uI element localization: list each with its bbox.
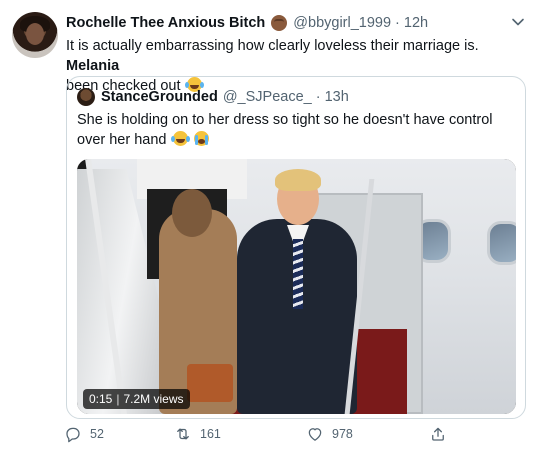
quoted-tweet[interactable]: StanceGrounded @_SJPeace_ · 13h She is h… xyxy=(66,76,526,419)
tweet-header: Rochelle Thee Anxious Bitch @bbygirl_199… xyxy=(66,12,428,34)
handbag xyxy=(187,364,233,402)
quoted-tweet-header: StanceGrounded @_SJPeace_ · 13h xyxy=(101,87,349,107)
video-views: 7.2M views xyxy=(123,392,184,406)
necktie xyxy=(293,239,303,309)
like-count: 978 xyxy=(332,427,353,441)
tweet-text-part1: It is actually embarrassing how clearly … xyxy=(66,38,479,54)
quoted-tweet-text: She is holding on to her dress so tight … xyxy=(77,110,515,150)
loudly-crying-emoji-icon xyxy=(193,131,209,146)
video-info-badge: 0:15 | 7.2M views xyxy=(83,389,190,409)
reply-icon xyxy=(66,427,80,443)
figure xyxy=(172,189,212,237)
header-separator: · xyxy=(395,15,400,31)
author-avatar[interactable] xyxy=(12,12,58,58)
heart-icon xyxy=(308,428,322,441)
fist-emoji-icon xyxy=(271,15,288,31)
more-options-button[interactable] xyxy=(508,12,528,32)
quoted-header-separator: · xyxy=(315,89,321,105)
like-button[interactable]: 978 xyxy=(306,425,353,443)
retweet-count: 161 xyxy=(200,427,221,441)
author-name[interactable]: Rochelle Thee Anxious Bitch xyxy=(66,15,265,31)
figure xyxy=(275,169,321,191)
avatar-face xyxy=(26,23,44,45)
quoted-author-avatar xyxy=(77,88,95,106)
quoted-author-name: StanceGrounded xyxy=(101,89,218,105)
chevron-down-icon xyxy=(512,18,524,26)
share-icon xyxy=(432,427,444,441)
retweet-button[interactable]: 161 xyxy=(174,425,221,443)
quoted-text: She is holding on to her dress so tight … xyxy=(77,112,493,148)
tweet-card[interactable]: Rochelle Thee Anxious Bitch @bbygirl_199… xyxy=(0,0,544,450)
video-player[interactable]: 0:15 | 7.2M views xyxy=(77,159,516,414)
quoted-author-handle: @_SJPeace_ xyxy=(222,89,312,105)
reply-button[interactable]: 52 xyxy=(64,425,104,443)
reply-count: 52 xyxy=(90,427,104,441)
share-button[interactable] xyxy=(429,425,455,443)
author-handle[interactable]: @bbygirl_1999 xyxy=(293,15,391,31)
video-info-separator: | xyxy=(116,392,120,406)
plane-window xyxy=(487,221,516,265)
tweet-text-bold: Melania xyxy=(66,58,120,74)
quoted-timestamp: 13h xyxy=(324,89,349,105)
retweet-icon xyxy=(177,428,189,440)
video-duration: 0:15 xyxy=(89,392,113,406)
tweet-actions: 52 161 978 xyxy=(64,424,464,444)
laughing-crying-emoji-icon xyxy=(170,131,188,146)
tweet-timestamp[interactable]: 12h xyxy=(404,15,428,31)
